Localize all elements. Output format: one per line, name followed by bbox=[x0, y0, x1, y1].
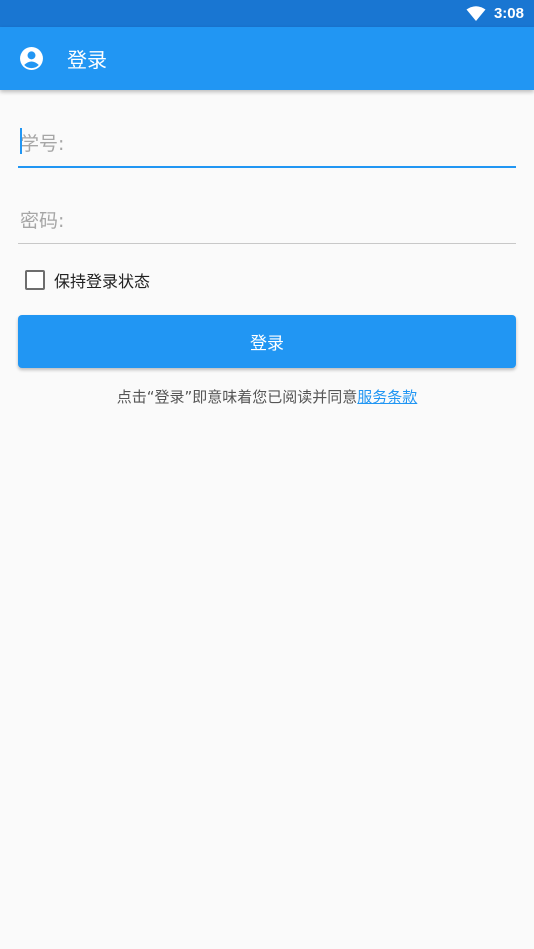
text-caret bbox=[20, 128, 22, 154]
status-bar: 3:08 bbox=[0, 0, 534, 27]
remember-login-label: 保持登录状态 bbox=[54, 272, 151, 291]
wifi-icon bbox=[466, 5, 486, 22]
terms-of-service-link[interactable]: 服务条款 bbox=[357, 388, 417, 406]
remember-login-checkbox[interactable] bbox=[25, 270, 45, 290]
terms-prefix: 点击“登录”即意味着您已阅读并同意 bbox=[116, 388, 358, 406]
account-circle-icon bbox=[19, 46, 44, 71]
password-input[interactable] bbox=[18, 210, 516, 232]
status-time: 3:08 bbox=[493, 5, 524, 22]
terms-notice: 点击“登录”即意味着您已阅读并同意服务条款 bbox=[0, 386, 534, 407]
remember-login-option[interactable]: 保持登录状态 bbox=[25, 268, 150, 292]
app-bar: 登录 bbox=[0, 27, 534, 90]
page-title: 登录 bbox=[67, 48, 107, 72]
student-id-field[interactable] bbox=[18, 122, 516, 168]
student-id-input[interactable] bbox=[18, 133, 516, 155]
login-button[interactable]: 登录 bbox=[18, 315, 516, 368]
password-field[interactable] bbox=[18, 199, 516, 244]
